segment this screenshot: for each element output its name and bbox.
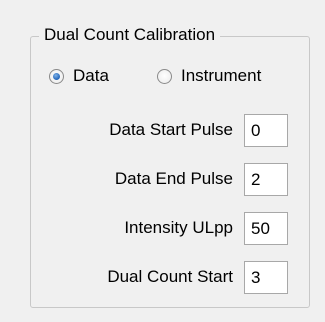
- radio-data[interactable]: Data: [49, 64, 109, 88]
- radio-data-label[interactable]: Data: [73, 66, 109, 86]
- radio-checked-icon[interactable]: [49, 68, 64, 84]
- radio-unchecked-icon[interactable]: [157, 68, 172, 84]
- radio-instrument[interactable]: Instrument: [157, 64, 261, 88]
- dual-count-start-input[interactable]: [244, 261, 288, 294]
- data-end-pulse-input[interactable]: [244, 163, 288, 196]
- intensity-ulpp-input[interactable]: [244, 212, 288, 245]
- data-start-pulse-input[interactable]: [244, 114, 288, 147]
- groupbox-title: Dual Count Calibration: [39, 24, 221, 46]
- data-start-pulse-label: Data Start Pulse: [109, 120, 233, 139]
- dual-count-start-label: Dual Count Start: [107, 267, 233, 286]
- data-end-pulse-label: Data End Pulse: [114, 169, 233, 188]
- intensity-ulpp-label: Intensity ULpp: [124, 218, 233, 237]
- radio-instrument-label[interactable]: Instrument: [181, 66, 261, 86]
